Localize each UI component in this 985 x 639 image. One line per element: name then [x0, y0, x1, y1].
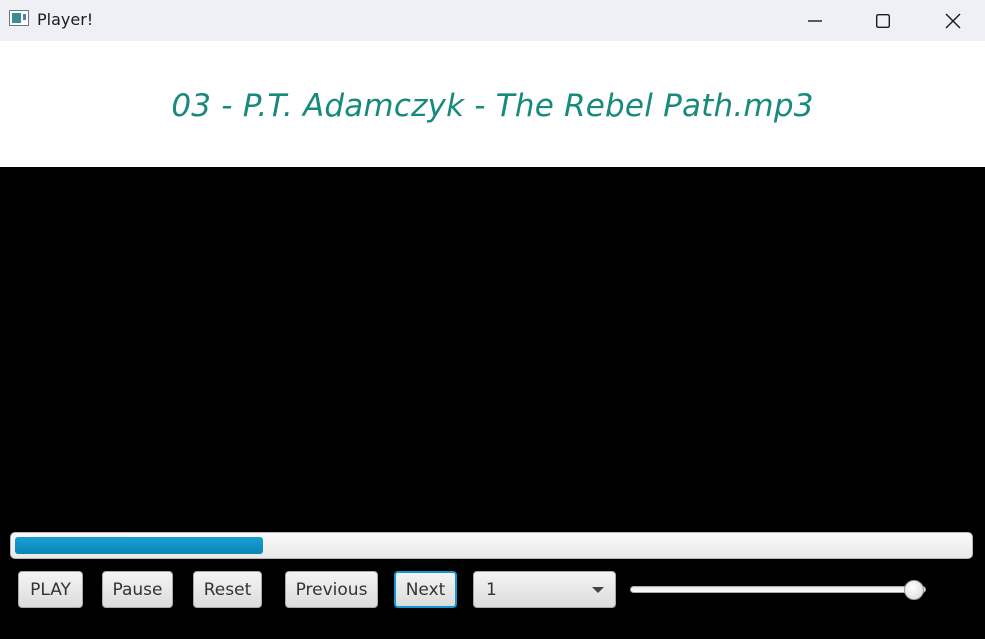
- minimize-icon: [808, 19, 822, 22]
- next-button[interactable]: Next: [394, 571, 457, 608]
- speed-select[interactable]: 1: [473, 571, 616, 608]
- play-button[interactable]: PLAY: [18, 571, 83, 608]
- pause-button[interactable]: Pause: [102, 571, 173, 608]
- chevron-down-icon: [592, 587, 604, 593]
- volume-slider[interactable]: [630, 580, 926, 600]
- maximize-button[interactable]: [848, 0, 918, 41]
- minimize-button[interactable]: [780, 0, 850, 41]
- playback-progress-bar[interactable]: [10, 532, 973, 559]
- progress-fill: [15, 537, 263, 554]
- close-button[interactable]: [918, 0, 985, 41]
- window-title: Player!: [37, 10, 94, 29]
- app-icon: [9, 10, 29, 26]
- speed-value: 1: [486, 580, 497, 600]
- volume-slider-thumb[interactable]: [904, 580, 924, 600]
- song-title: 03 - P.T. Adamczyk - The Rebel Path.mp3: [171, 87, 814, 124]
- close-icon: [945, 13, 961, 28]
- reset-button[interactable]: Reset: [193, 571, 262, 608]
- song-header: 03 - P.T. Adamczyk - The Rebel Path.mp3: [0, 41, 985, 167]
- previous-button[interactable]: Previous: [285, 571, 378, 608]
- media-view: [0, 167, 985, 639]
- title-bar: Player!: [0, 0, 985, 41]
- maximize-icon: [876, 13, 890, 28]
- volume-slider-track: [630, 586, 926, 593]
